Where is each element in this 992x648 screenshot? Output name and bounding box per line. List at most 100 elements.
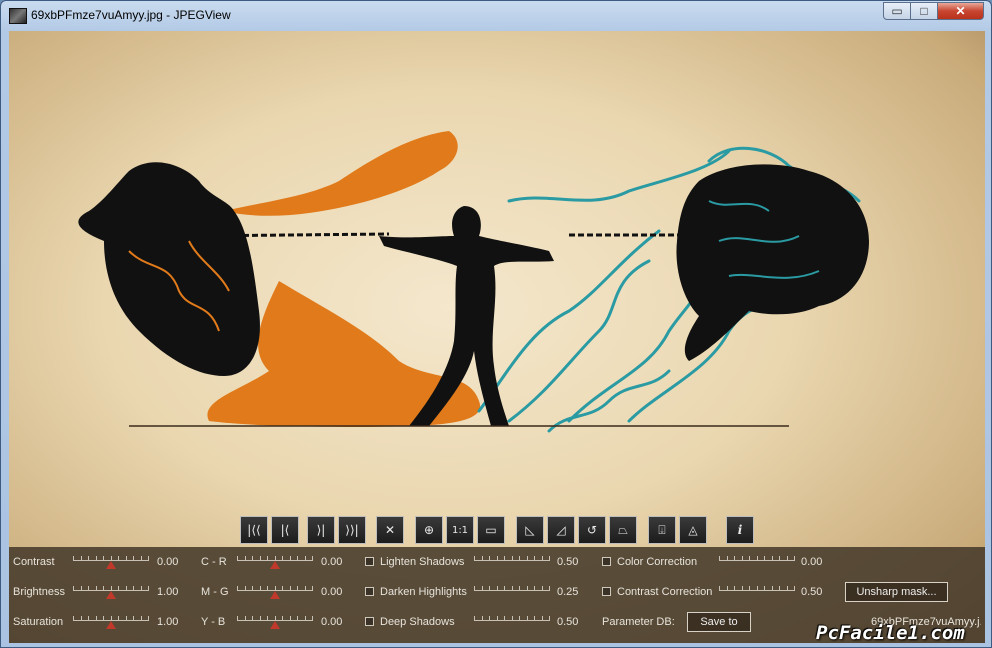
slider-tick xyxy=(110,556,112,560)
color-correction-checkbox[interactable] xyxy=(602,557,611,566)
slider-tick xyxy=(297,616,298,620)
lighten-shadows-slider[interactable] xyxy=(474,554,550,568)
slider-tick xyxy=(312,556,313,560)
tb-landscape-mode[interactable]: ◬ xyxy=(679,516,707,544)
tb-close-image[interactable]: ✕ xyxy=(376,516,404,544)
yb-value: 0.00 xyxy=(321,616,343,628)
deep-shadows-slider[interactable] xyxy=(474,614,550,628)
previous-image-icon: |⟨ xyxy=(280,523,290,537)
slider-tick xyxy=(103,616,104,620)
slider-thumb[interactable] xyxy=(106,591,116,599)
tb-next-image[interactable]: ⟩| xyxy=(307,516,335,544)
zoom-icon: ⊕ xyxy=(423,523,435,537)
slider-tick xyxy=(88,586,89,590)
tb-previous-image[interactable]: |⟨ xyxy=(271,516,299,544)
tb-rotate-right[interactable]: ◿ xyxy=(547,516,575,544)
slider-tick xyxy=(526,556,528,560)
tb-info[interactable]: i xyxy=(726,516,754,544)
slider-tick xyxy=(297,586,298,590)
contrast-correction-checkbox[interactable] xyxy=(602,587,611,596)
slider-track xyxy=(474,590,550,591)
slider-tick xyxy=(719,556,720,560)
slider-tick xyxy=(749,586,750,590)
slider-tick xyxy=(73,556,74,560)
close-window-button[interactable]: ✕ xyxy=(937,2,984,20)
deep-shadows-checkbox[interactable] xyxy=(365,617,374,626)
maximize-button[interactable]: □ xyxy=(910,2,938,20)
slider-tick xyxy=(110,616,112,620)
slider-thumb[interactable] xyxy=(270,591,280,599)
title-bar[interactable]: 69xbPFmze7vuAmyy.jpg - JPEGView ▭ □ ✕ xyxy=(1,1,991,30)
slider-tick xyxy=(741,556,743,560)
tb-zoom[interactable]: ⊕ xyxy=(415,516,443,544)
slider-tick xyxy=(252,586,253,590)
slider-tick xyxy=(549,556,550,560)
slider-tick xyxy=(88,556,89,560)
brightness-slider[interactable] xyxy=(73,584,149,599)
darken-highlights-slider[interactable] xyxy=(474,584,550,598)
contrast-correction-value: 0.50 xyxy=(801,586,823,598)
cr-slider[interactable] xyxy=(237,554,313,569)
slider-thumb[interactable] xyxy=(270,561,280,569)
slider-tick xyxy=(73,616,74,620)
heart-silhouette xyxy=(78,162,260,376)
watermark-text: PcFacile1.com xyxy=(816,622,965,644)
brain-silhouette xyxy=(676,164,869,361)
slider-tick xyxy=(80,586,82,590)
lighten-shadows-value: 0.50 xyxy=(557,556,579,568)
tb-rotate-left[interactable]: ◺ xyxy=(516,516,544,544)
tb-perspective[interactable]: ⏢ xyxy=(609,516,637,544)
slider-tick xyxy=(259,616,261,620)
tb-keep-params[interactable]: ⍗ xyxy=(648,516,676,544)
save-to-button[interactable]: Save to xyxy=(687,612,751,632)
parameter-db-label: Parameter DB: xyxy=(602,616,675,628)
tb-fit-window[interactable]: ▭ xyxy=(477,516,505,544)
slider-tick xyxy=(549,586,550,590)
slider-thumb[interactable] xyxy=(270,621,280,629)
darken-highlights-value: 0.25 xyxy=(557,586,579,598)
minimize-button[interactable]: ▭ xyxy=(883,2,911,20)
slider-tick xyxy=(779,556,780,560)
slider-tick xyxy=(504,556,505,560)
color-correction-slider[interactable] xyxy=(719,554,795,568)
darken-highlights-checkbox[interactable] xyxy=(365,587,374,596)
slider-track xyxy=(719,590,795,591)
slider-tick xyxy=(734,586,735,590)
slider-tick xyxy=(237,616,238,620)
contrast-correction-label: Contrast Correction xyxy=(617,586,713,598)
slider-thumb[interactable] xyxy=(106,561,116,569)
color-correction-label: Color Correction xyxy=(617,556,698,568)
keep-params-icon: ⍗ xyxy=(658,522,666,537)
image-viewport[interactable]: |⟨⟨ |⟨ ⟩| ⟩⟩| ✕ ⊕ 1:1 ▭ ◺ ◿ ↺ ⏢ ⍗ ◬ i Co… xyxy=(9,31,985,643)
tb-rotate-free[interactable]: ↺ xyxy=(578,516,606,544)
slider-tick xyxy=(80,616,82,620)
slider-thumb[interactable] xyxy=(106,621,116,629)
slider-tick xyxy=(549,616,550,620)
rotate-free-icon: ↺ xyxy=(586,523,598,537)
minimize-icon: ▭ xyxy=(891,4,903,18)
slider-tick xyxy=(252,556,253,560)
slider-tick xyxy=(504,616,505,620)
slider-tick xyxy=(481,616,483,620)
slider-tick xyxy=(779,586,780,590)
slider-tick xyxy=(95,616,97,620)
slider-tick xyxy=(541,556,543,560)
yb-label: Y - B xyxy=(201,616,226,628)
tb-last-image[interactable]: ⟩⟩| xyxy=(338,516,366,544)
cr-value: 0.00 xyxy=(321,556,343,568)
unsharp-mask-button[interactable]: Unsharp mask... xyxy=(845,582,948,602)
contrast-slider[interactable] xyxy=(73,554,149,569)
rotate-left-icon: ◺ xyxy=(525,523,535,537)
tb-first-image[interactable]: |⟨⟨ xyxy=(240,516,268,544)
contrast-correction-slider[interactable] xyxy=(719,584,795,598)
mg-slider[interactable] xyxy=(237,584,313,599)
slider-tick xyxy=(267,586,268,590)
yb-slider[interactable] xyxy=(237,614,313,629)
slider-tick xyxy=(504,586,505,590)
slider-tick xyxy=(274,586,276,590)
saturation-slider[interactable] xyxy=(73,614,149,629)
lighten-shadows-checkbox[interactable] xyxy=(365,557,374,566)
tb-actual-size[interactable]: 1:1 xyxy=(446,516,474,544)
slider-tick xyxy=(133,616,134,620)
slider-tick xyxy=(786,556,788,560)
